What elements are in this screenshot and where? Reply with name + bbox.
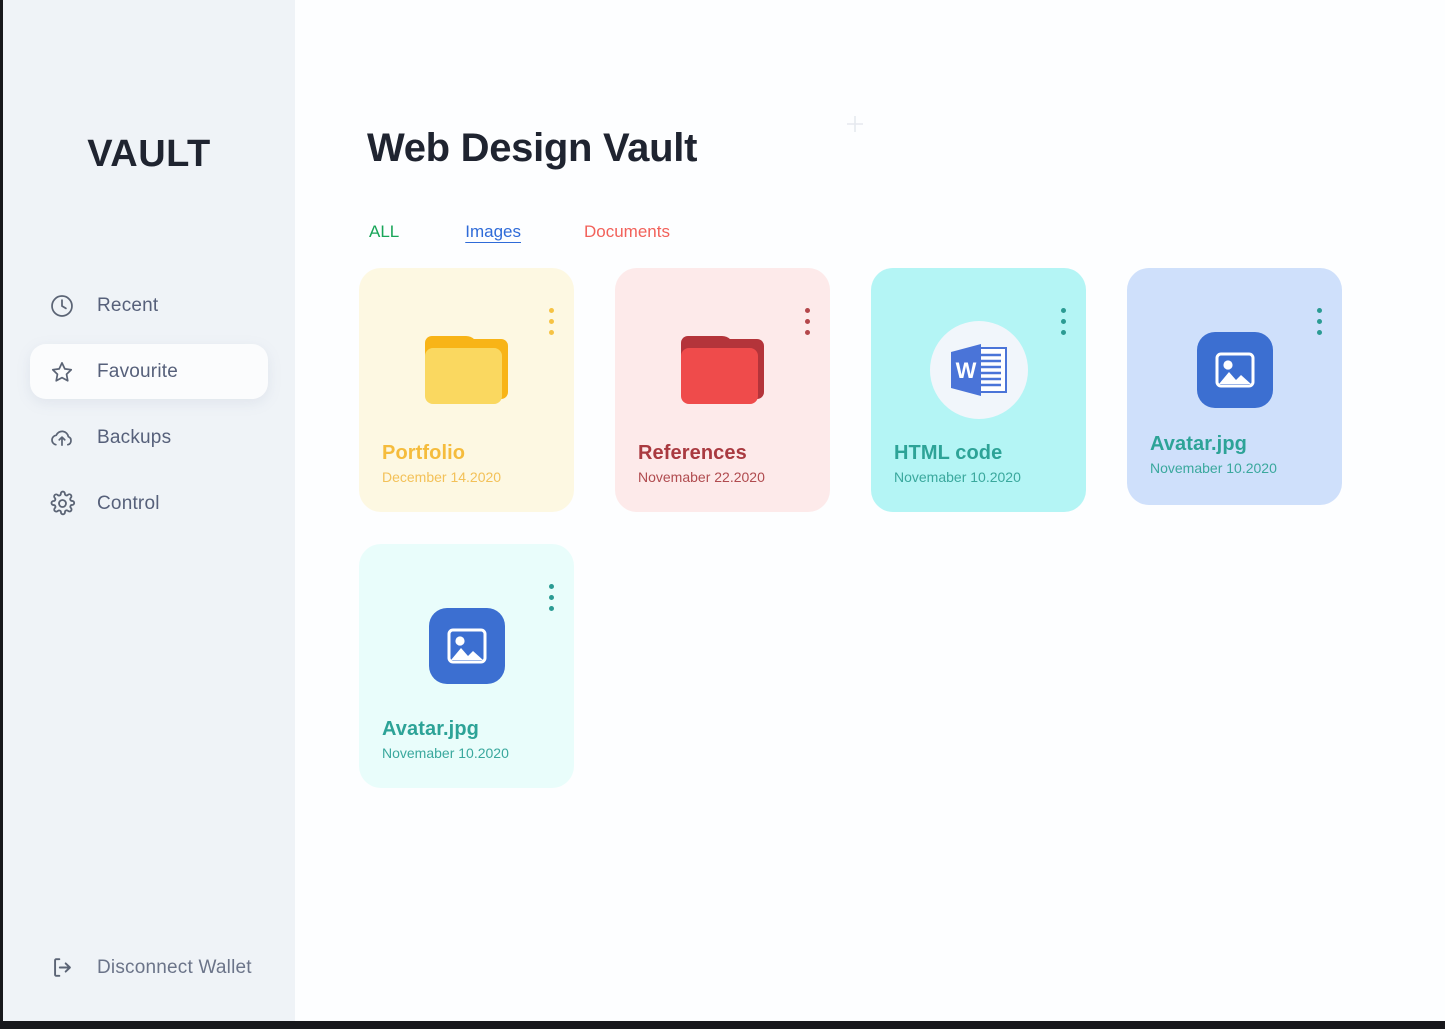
file-card[interactable]: W HTML code Novemaber 10.2020 [871,268,1086,512]
file-card[interactable]: Avatar.jpg Novemaber 10.2020 [1127,268,1342,505]
sidebar-item-favourite[interactable]: Favourite [30,344,268,399]
sidebar-item-backups[interactable]: Backups [30,410,268,465]
file-card[interactable]: Portfolio December 14.2020 [359,268,574,512]
card-title: Portfolio [382,442,466,465]
card-date: December 14.2020 [382,469,502,486]
sidebar-item-label: Backups [97,426,172,448]
word-document-icon: W [929,321,1028,419]
gear-icon [47,489,77,519]
card-meta: References Novemaber 22.2020 [638,441,765,486]
card-meta: HTML code Novemaber 10.2020 [894,441,1021,486]
card-title: Avatar.jpg [1150,433,1247,456]
app-brand-title: VAULT [87,133,211,175]
card-date: Novemaber 10.2020 [382,745,509,762]
card-thumbnail [359,324,574,416]
sidebar-item-label: Recent [97,294,159,316]
folder-icon [681,336,764,404]
sidebar-item-control[interactable]: Control [30,476,268,531]
app-window: VAULT Recent Favourite Backups Control D… [0,0,1445,1029]
tab-documents[interactable]: Documents [574,222,680,242]
clock-icon [47,291,77,321]
card-thumbnail [615,324,830,416]
main-content: Web Design Vault ALL Images Documents Po… [295,0,1445,1021]
card-title: HTML code [894,442,1003,465]
folder-icon [425,336,508,404]
tab-images[interactable]: Images [455,222,531,242]
card-meta: Avatar.jpg Novemaber 10.2020 [1150,432,1277,477]
sidebar-item-recent[interactable]: Recent [30,278,268,333]
file-card[interactable]: References Novemaber 22.2020 [615,268,830,512]
disconnect-wallet-label: Disconnect Wallet [97,956,252,978]
plus-cursor-icon [844,113,866,135]
image-file-icon [428,608,505,684]
sidebar-nav: Recent Favourite Backups Control [3,278,295,542]
file-card[interactable]: Avatar.jpg Novemaber 10.2020 [359,544,574,788]
sidebar-item-label: Control [97,492,160,514]
card-title: References [638,442,747,465]
page-title: Web Design Vault [367,126,698,170]
card-date: Novemaber 10.2020 [1150,460,1277,477]
star-icon [47,357,77,387]
card-meta: Avatar.jpg Novemaber 10.2020 [382,717,509,762]
card-thumbnail [1127,324,1342,416]
card-title: Avatar.jpg [382,718,479,741]
card-thumbnail: W [871,321,1086,419]
image-file-icon [1196,332,1273,408]
sidebar: VAULT Recent Favourite Backups Control D… [3,0,295,1021]
cloud-upload-icon [47,423,77,453]
card-meta: Portfolio December 14.2020 [382,441,501,486]
card-date: Novemaber 22.2020 [638,469,765,486]
svg-text:W: W [955,358,976,383]
sidebar-item-label: Favourite [97,360,179,382]
logout-icon [47,953,77,983]
card-date: Novemaber 10.2020 [894,469,1021,486]
card-thumbnail [359,600,574,692]
file-card-grid: Portfolio December 14.2020 References Novem… [359,268,1419,820]
disconnect-wallet-button[interactable]: Disconnect Wallet [30,940,252,995]
tab-all[interactable]: ALL [359,222,409,242]
filter-tabs: ALL Images Documents [359,222,680,242]
